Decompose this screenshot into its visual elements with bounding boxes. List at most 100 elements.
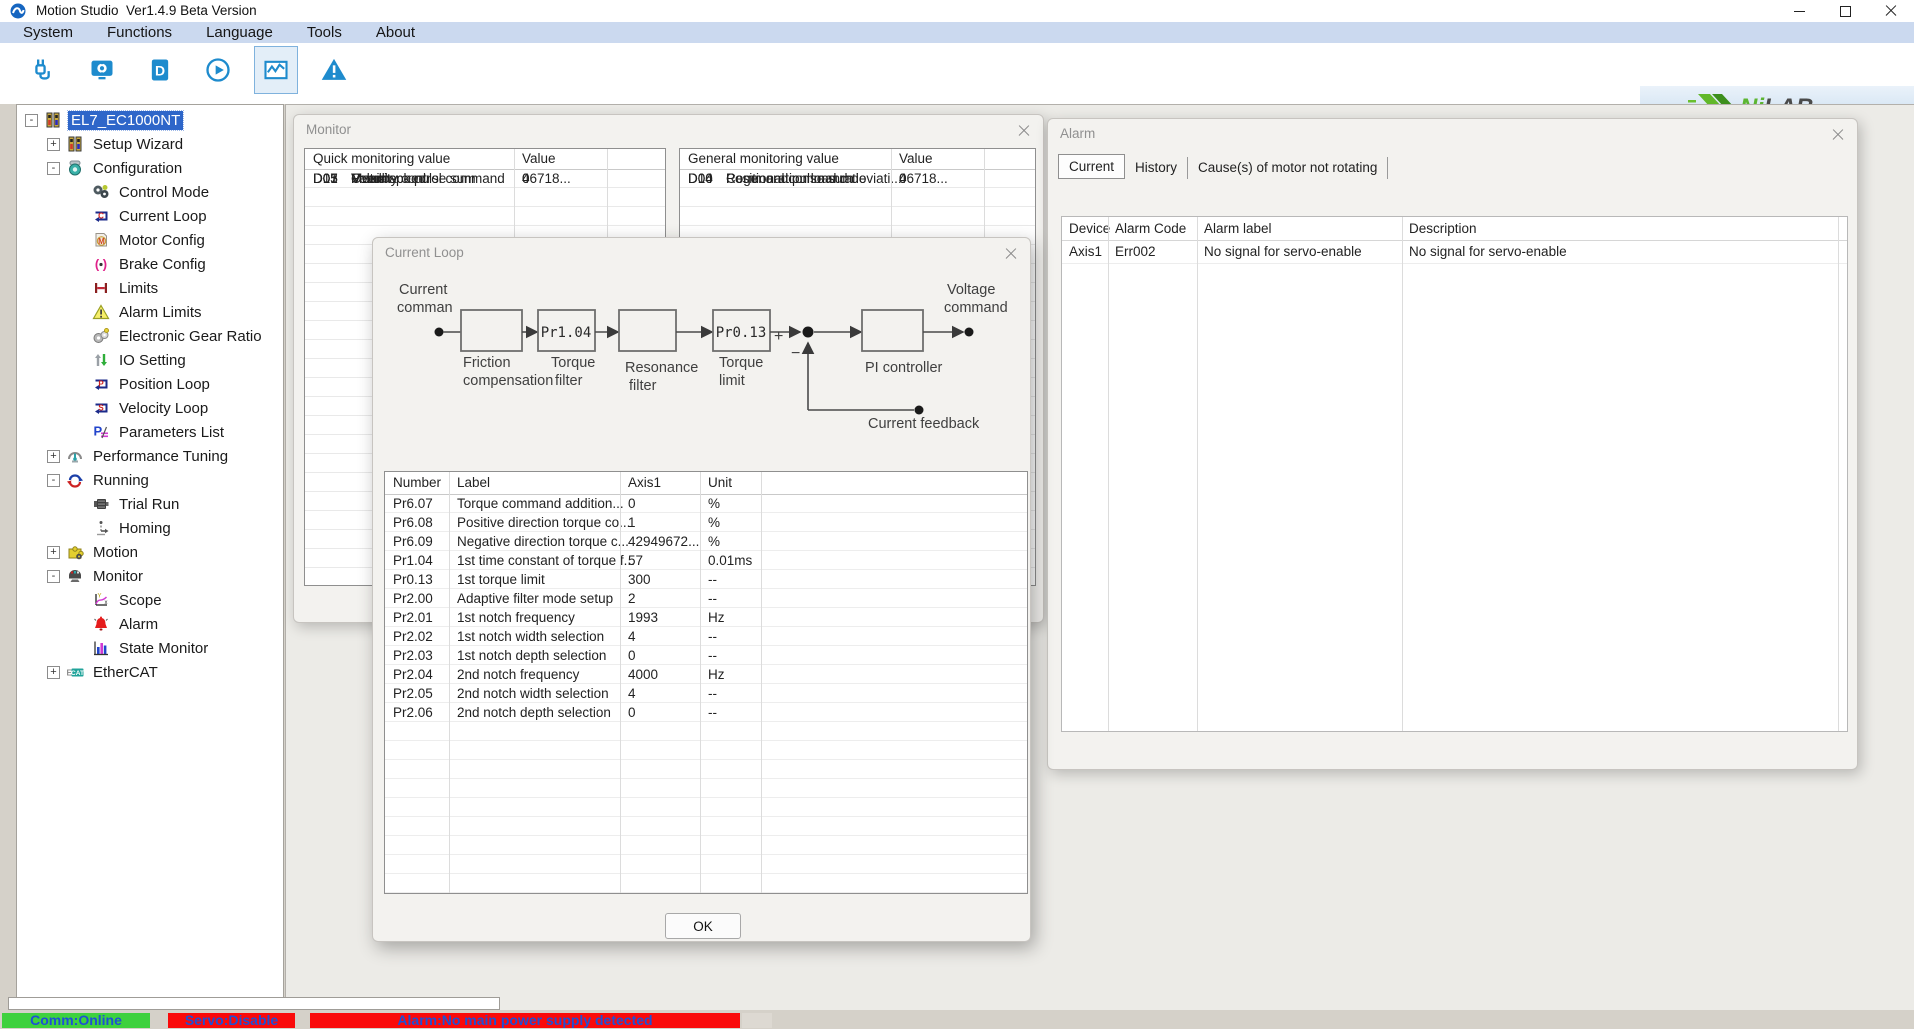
menu-item[interactable]: About	[359, 22, 432, 43]
parameter-row[interactable]: Pr2.03 1st notch depth selection 0 --	[385, 646, 1027, 665]
svg-text:limit: limit	[719, 373, 745, 389]
parameter-row[interactable]: Pr2.02 1st notch width selection 4 --	[385, 627, 1027, 646]
tree-expander[interactable]: +	[47, 546, 60, 559]
parameter-row[interactable]: Pr6.07 Torque command addition... 0 %	[385, 494, 1027, 513]
monitor-close-icon[interactable]	[1017, 124, 1030, 137]
alarm-row[interactable]: Axis1 Err002 No signal for servo-enable …	[1062, 240, 1847, 264]
data-icon: D	[146, 56, 174, 84]
toolbar-button[interactable]	[196, 46, 240, 94]
tree-expander[interactable]: -	[47, 162, 60, 175]
tree-expander[interactable]: +	[47, 666, 60, 679]
tree-expander[interactable]: -	[47, 474, 60, 487]
current-loop-dialog-title: Current Loop	[385, 245, 464, 260]
menu-item[interactable]: Functions	[90, 22, 189, 43]
input-node	[435, 328, 444, 337]
parameter-row[interactable]: Pr2.04 2nd notch frequency 4000 Hz	[385, 665, 1027, 684]
tree-item[interactable]: IO Setting	[17, 348, 283, 372]
monitor-row[interactable]: D15 Over-l	[305, 169, 665, 188]
tree-item[interactable]: + ECAT EtherCAT	[17, 660, 283, 684]
homing-icon	[92, 519, 110, 537]
close-button[interactable]	[1868, 0, 1914, 22]
position-loop-icon: P	[92, 375, 110, 393]
bottom-panel	[8, 997, 500, 1010]
maximize-button[interactable]	[1822, 0, 1868, 22]
toolbar-button[interactable]: D	[138, 46, 182, 94]
tree-item-label: Parameters List	[116, 423, 227, 442]
tree-item[interactable]: + Motion	[17, 540, 283, 564]
parameters-list-icon: P	[92, 423, 110, 441]
parameter-row[interactable]: Pr2.05 2nd notch width selection 4 --	[385, 684, 1027, 703]
tree-item[interactable]: + Performance Tuning	[17, 444, 283, 468]
tree-item[interactable]: - EL7_EC1000NT	[17, 108, 283, 132]
tree-item[interactable]: C Current Loop	[17, 204, 283, 228]
parameter-row[interactable]: Pr6.08 Positive direction torque co... 1…	[385, 513, 1027, 532]
feedback-label: Current feedback	[868, 416, 980, 432]
app-icon	[10, 3, 26, 19]
alarm-tab[interactable]: Current	[1058, 154, 1125, 179]
tree-item-label: Trial Run	[116, 495, 182, 514]
tree-item[interactable]: Alarm	[17, 612, 283, 636]
tree-item[interactable]: P Position Loop	[17, 372, 283, 396]
svg-text:Torque: Torque	[551, 355, 595, 371]
tree-item[interactable]: State Monitor	[17, 636, 283, 660]
sum-junction	[803, 327, 814, 338]
monitor-row[interactable]: D14 Regeneration load ratio 0	[680, 169, 1035, 188]
parameter-row[interactable]: Pr1.04 1st time constant of torque f... …	[385, 551, 1027, 570]
parameter-row[interactable]: Pr2.00 Adaptive filter mode setup 2 --	[385, 589, 1027, 608]
menu-item[interactable]: Language	[189, 22, 290, 43]
toolbar-button[interactable]	[254, 46, 298, 94]
ok-button[interactable]: OK	[665, 913, 741, 939]
alarm-limits-icon	[92, 303, 110, 321]
output-node	[965, 328, 974, 337]
minimize-button[interactable]	[1776, 0, 1822, 22]
tree-item[interactable]: + Setup Wizard	[17, 132, 283, 156]
tree-item-label: Limits	[116, 279, 161, 298]
maximize-icon	[1840, 6, 1851, 17]
alarm-bell-icon	[92, 615, 110, 633]
tree-item[interactable]: ( ) Brake Config	[17, 252, 283, 276]
tree-item[interactable]: S Velocity Loop	[17, 396, 283, 420]
tree-item[interactable]: Trial Run	[17, 492, 283, 516]
configuration-icon	[66, 159, 84, 177]
tree-item[interactable]: Electronic Gear Ratio	[17, 324, 283, 348]
limits-icon	[92, 279, 110, 297]
tree-item[interactable]: Control Mode	[17, 180, 283, 204]
tree-item[interactable]: Alarm Limits	[17, 300, 283, 324]
svg-text:comman: comman	[397, 300, 453, 316]
tree-item[interactable]: Homing	[17, 516, 283, 540]
tree-item-label: Homing	[116, 519, 174, 538]
monitor-icon	[66, 567, 84, 585]
toolbar: D	[0, 43, 1914, 104]
tree-item[interactable]: - Monitor	[17, 564, 283, 588]
menu-item[interactable]: Tools	[290, 22, 359, 43]
svg-text:Friction: Friction	[463, 355, 511, 371]
parameter-row[interactable]: Pr6.09 Negative direction torque c... 42…	[385, 532, 1027, 551]
alarm-close-icon[interactable]	[1831, 128, 1844, 141]
parameter-row[interactable]: Pr2.06 2nd notch depth selection 0 --	[385, 703, 1027, 722]
tree-expander[interactable]: -	[47, 570, 60, 583]
tree-item-label: Brake Config	[116, 255, 209, 274]
toolbar-button[interactable]	[80, 46, 124, 94]
tree-item[interactable]: P Parameters List	[17, 420, 283, 444]
menu-item[interactable]: System	[6, 22, 90, 43]
tree-item-label: Control Mode	[116, 183, 212, 202]
tree-item[interactable]: - Configuration	[17, 156, 283, 180]
toolbar-button[interactable]	[312, 46, 356, 94]
toolbar-button[interactable]	[22, 46, 66, 94]
tree-item-label: Alarm Limits	[116, 303, 205, 322]
tree-item[interactable]: - Running	[17, 468, 283, 492]
scope-icon: Yx	[92, 591, 110, 609]
tree-item[interactable]: Yx Scope	[17, 588, 283, 612]
velocity-loop-icon: S	[92, 399, 110, 417]
io-setting-icon	[92, 351, 110, 369]
alarm-tab[interactable]: Cause(s) of motor not rotating	[1188, 157, 1388, 179]
current-loop-close-icon[interactable]	[1004, 247, 1017, 260]
parameter-row[interactable]: Pr0.13 1st torque limit 300 --	[385, 570, 1027, 589]
parameter-row[interactable]: Pr2.01 1st notch frequency 1993 Hz	[385, 608, 1027, 627]
tree-expander[interactable]: -	[25, 114, 38, 127]
tree-expander[interactable]: +	[47, 138, 60, 151]
tree-item[interactable]: Limits	[17, 276, 283, 300]
tree-expander[interactable]: +	[47, 450, 60, 463]
alarm-tab[interactable]: History	[1125, 157, 1188, 179]
tree-item[interactable]: M Motor Config	[17, 228, 283, 252]
